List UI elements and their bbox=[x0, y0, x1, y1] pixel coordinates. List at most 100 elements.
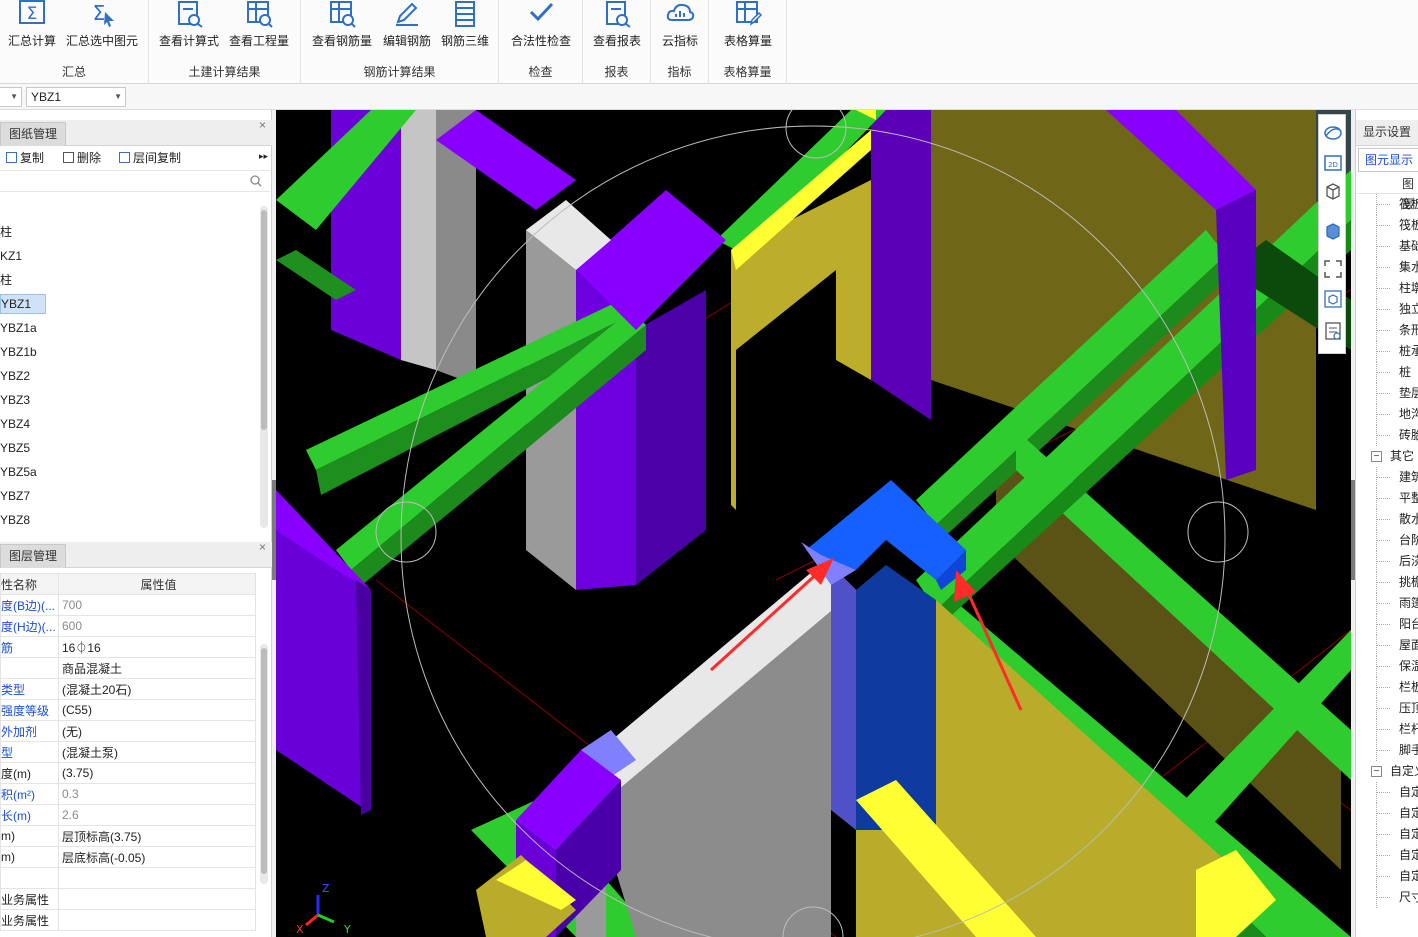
layer-item[interactable]: 散水 bbox=[1356, 509, 1418, 530]
property-value[interactable]: 0.3 bbox=[57, 783, 257, 805]
view-rebar-button[interactable]: 查看钢筋量 bbox=[309, 0, 375, 60]
close-icon[interactable]: × bbox=[259, 540, 266, 554]
property-row[interactable] bbox=[0, 867, 257, 889]
collapse-icon[interactable]: − bbox=[1371, 451, 1382, 462]
property-row[interactable]: m) 层顶标高(3.75) bbox=[0, 825, 257, 847]
orbit-handle-right[interactable] bbox=[1187, 501, 1249, 563]
summary-selected-button[interactable]: Σ 汇总选中图元 bbox=[64, 0, 140, 60]
cube-icon[interactable] bbox=[1323, 181, 1343, 201]
property-row[interactable]: 业务属性 bbox=[0, 888, 257, 910]
layer-item[interactable]: 后浇 bbox=[1356, 551, 1418, 572]
property-row[interactable]: 度(B边)(... 700 bbox=[0, 594, 257, 616]
layer-manager-tab[interactable]: 图层管理 bbox=[0, 544, 67, 568]
property-value[interactable]: 2.6 bbox=[57, 804, 257, 826]
summary-calc-button[interactable]: Σ 汇总计算 bbox=[4, 0, 60, 60]
edit-rebar-button[interactable]: 编辑钢筋 bbox=[379, 0, 435, 60]
layer-item[interactable]: 自定 bbox=[1356, 866, 1418, 887]
tree-item[interactable]: 柱 bbox=[0, 268, 258, 292]
layer-item[interactable]: 地沟 bbox=[1356, 404, 1418, 425]
collapse-icon[interactable]: − bbox=[1371, 766, 1382, 777]
tree-item[interactable]: YBZ5 bbox=[0, 436, 258, 460]
layer-group[interactable]: −自定义 bbox=[1356, 761, 1418, 782]
floor-copy-button[interactable]: 层间复制 bbox=[119, 149, 181, 166]
property-row[interactable]: m) 层底标高(-0.05) bbox=[0, 846, 257, 868]
layer-item[interactable]: 挑檐 bbox=[1356, 572, 1418, 593]
layer-item[interactable]: 自定 bbox=[1356, 803, 1418, 824]
rebar-3d-button[interactable]: 钢筋三维 bbox=[437, 0, 493, 60]
layer-item[interactable]: 栏板 bbox=[1356, 677, 1418, 698]
property-row[interactable]: 商品混凝土 bbox=[0, 657, 257, 679]
layer-item[interactable]: 筏板 bbox=[1356, 215, 1418, 236]
property-value[interactable]: (C55) bbox=[57, 699, 257, 721]
property-value[interactable]: 16⏀16 bbox=[57, 636, 257, 658]
property-value[interactable] bbox=[57, 867, 257, 889]
property-value[interactable]: (3.75) bbox=[57, 762, 257, 784]
layer-item[interactable]: 独立 bbox=[1356, 299, 1418, 320]
tree-item[interactable]: KZ1 bbox=[0, 244, 258, 268]
view-quantity-button[interactable]: 查看工程量 bbox=[227, 0, 291, 60]
layer-item[interactable]: 桩 bbox=[1356, 362, 1418, 383]
property-value[interactable]: (混凝土泵) bbox=[57, 741, 257, 763]
delete-button[interactable]: 删除 bbox=[63, 149, 101, 166]
property-row[interactable]: 长(m) 2.6 bbox=[0, 804, 257, 826]
property-value[interactable]: (混凝土20石) bbox=[57, 678, 257, 700]
layer-item[interactable]: 基础 bbox=[1356, 236, 1418, 257]
copy-button[interactable]: 复制 bbox=[6, 149, 44, 166]
property-value[interactable] bbox=[57, 888, 257, 910]
layer-item[interactable]: 自定 bbox=[1356, 845, 1418, 866]
tree-scrollbar[interactable] bbox=[260, 206, 268, 528]
3d-model-scene[interactable]: Z X Y bbox=[276, 110, 1351, 937]
layer-item[interactable]: 柱墩 bbox=[1356, 278, 1418, 299]
property-value[interactable]: 600 bbox=[57, 615, 257, 637]
property-row[interactable]: 强度等级 (C55) bbox=[0, 699, 257, 721]
property-row[interactable]: 外加剂 (无) bbox=[0, 720, 257, 742]
tree-item[interactable]: YBZ8 bbox=[0, 508, 258, 532]
property-row[interactable]: 类型 (混凝土20石) bbox=[0, 678, 257, 700]
tree-item[interactable]: 柱 bbox=[0, 220, 258, 244]
layer-item[interactable]: 垫层 bbox=[1356, 383, 1418, 404]
property-row[interactable]: 度(m) (3.75) bbox=[0, 762, 257, 784]
more-icon[interactable]: ▸▸ bbox=[259, 151, 268, 162]
category-dropdown[interactable]: ▼ bbox=[0, 87, 22, 107]
layer-item[interactable]: 保温 bbox=[1356, 656, 1418, 677]
orbit-icon[interactable] bbox=[1323, 123, 1343, 143]
layer-item[interactable]: 台阶 bbox=[1356, 530, 1418, 551]
properties-icon[interactable] bbox=[1323, 321, 1343, 341]
layer-group[interactable]: − 其它 bbox=[1356, 446, 1418, 467]
layer-item[interactable]: 建筑 bbox=[1356, 467, 1418, 488]
layer-item[interactable]: 压顶 bbox=[1356, 698, 1418, 719]
layer-item[interactable]: 雨篷 bbox=[1356, 593, 1418, 614]
property-value[interactable]: 层顶标高(3.75) bbox=[57, 825, 257, 847]
property-row[interactable]: 积(m²) 0.3 bbox=[0, 783, 257, 805]
close-icon[interactable]: × bbox=[259, 118, 266, 132]
property-row[interactable]: 型 (混凝土泵) bbox=[0, 741, 257, 763]
layer-item[interactable]: 筏板 bbox=[1356, 194, 1418, 215]
iso-view-icon[interactable] bbox=[1323, 289, 1343, 309]
layer-item[interactable]: 桩承 bbox=[1356, 341, 1418, 362]
component-dropdown[interactable]: YBZ1 ▼ bbox=[26, 87, 126, 107]
tree-item[interactable]: YBZ1a bbox=[0, 316, 258, 340]
property-row[interactable]: 业务属性 bbox=[0, 909, 257, 931]
property-row[interactable]: 筋 16⏀16 bbox=[0, 636, 257, 658]
layer-item[interactable]: 砖胎 bbox=[1356, 425, 1418, 446]
layer-item[interactable]: 阳台 bbox=[1356, 614, 1418, 635]
view-report-button[interactable]: 查看报表 bbox=[589, 0, 645, 60]
layer-item[interactable]: 条形 bbox=[1356, 320, 1418, 341]
layer-item[interactable]: 脚手 bbox=[1356, 740, 1418, 761]
property-value[interactable] bbox=[57, 909, 257, 931]
3d-viewport[interactable]: Z X Y bbox=[276, 110, 1351, 937]
layer-item[interactable]: 屋面 bbox=[1356, 635, 1418, 656]
drawing-manager-tab[interactable]: 图纸管理 bbox=[0, 122, 67, 146]
property-value[interactable]: 商品混凝土 bbox=[57, 657, 257, 679]
layer-item[interactable]: 尺寸 bbox=[1356, 887, 1418, 908]
layer-item[interactable]: 自定 bbox=[1356, 824, 1418, 845]
fit-screen-icon[interactable] bbox=[1323, 259, 1343, 279]
tree-item[interactable]: YBZ4 bbox=[0, 412, 258, 436]
property-row[interactable]: 度(H边)(... 600 bbox=[0, 615, 257, 637]
tree-item[interactable]: YBZ5a bbox=[0, 460, 258, 484]
view-formula-button[interactable]: 查看计算式 bbox=[157, 0, 221, 60]
tree-item[interactable]: YBZ2 bbox=[0, 364, 258, 388]
solid-cube-icon[interactable] bbox=[1323, 221, 1343, 241]
2d-icon[interactable]: 2D bbox=[1323, 153, 1343, 173]
table-calc-button[interactable]: 表格算量 bbox=[717, 0, 779, 60]
